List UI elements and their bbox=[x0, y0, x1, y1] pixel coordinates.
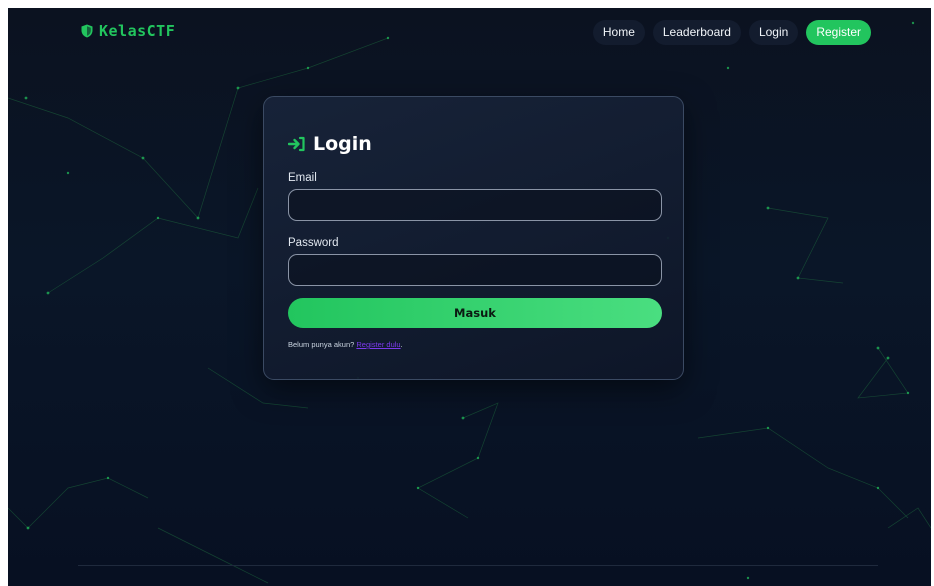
brand-name: KelasCTF bbox=[99, 22, 176, 40]
nav-leaderboard-link[interactable]: Leaderboard bbox=[652, 20, 741, 45]
nav-links: Home Leaderboard Login Register bbox=[592, 20, 871, 45]
login-arrow-icon bbox=[288, 136, 305, 152]
nav-register-button[interactable]: Register bbox=[806, 20, 871, 45]
page-viewport: KelasCTF Home Leaderboard Login Register… bbox=[8, 8, 931, 586]
register-prompt: Belum punya akun? Register dulu. bbox=[288, 340, 403, 349]
login-card: Login Email Password Masuk Belum punya a… bbox=[263, 96, 684, 380]
footer-divider bbox=[78, 565, 878, 566]
brand-logo[interactable]: KelasCTF bbox=[81, 22, 175, 40]
login-title: Login bbox=[313, 133, 372, 155]
register-prompt-text: Belum punya akun? bbox=[288, 340, 355, 349]
password-label: Password bbox=[288, 237, 339, 249]
password-input[interactable] bbox=[288, 254, 662, 286]
email-input[interactable] bbox=[288, 189, 662, 221]
top-navbar: KelasCTF Home Leaderboard Login Register bbox=[8, 8, 931, 58]
login-heading: Login bbox=[288, 133, 372, 155]
nav-home-link[interactable]: Home bbox=[592, 20, 645, 45]
email-label: Email bbox=[288, 172, 317, 184]
register-prompt-suffix: . bbox=[400, 340, 403, 349]
nav-login-link[interactable]: Login bbox=[748, 20, 799, 45]
register-link[interactable]: Register dulu bbox=[356, 340, 400, 349]
submit-login-button[interactable]: Masuk bbox=[288, 298, 662, 328]
shield-icon bbox=[81, 24, 93, 38]
